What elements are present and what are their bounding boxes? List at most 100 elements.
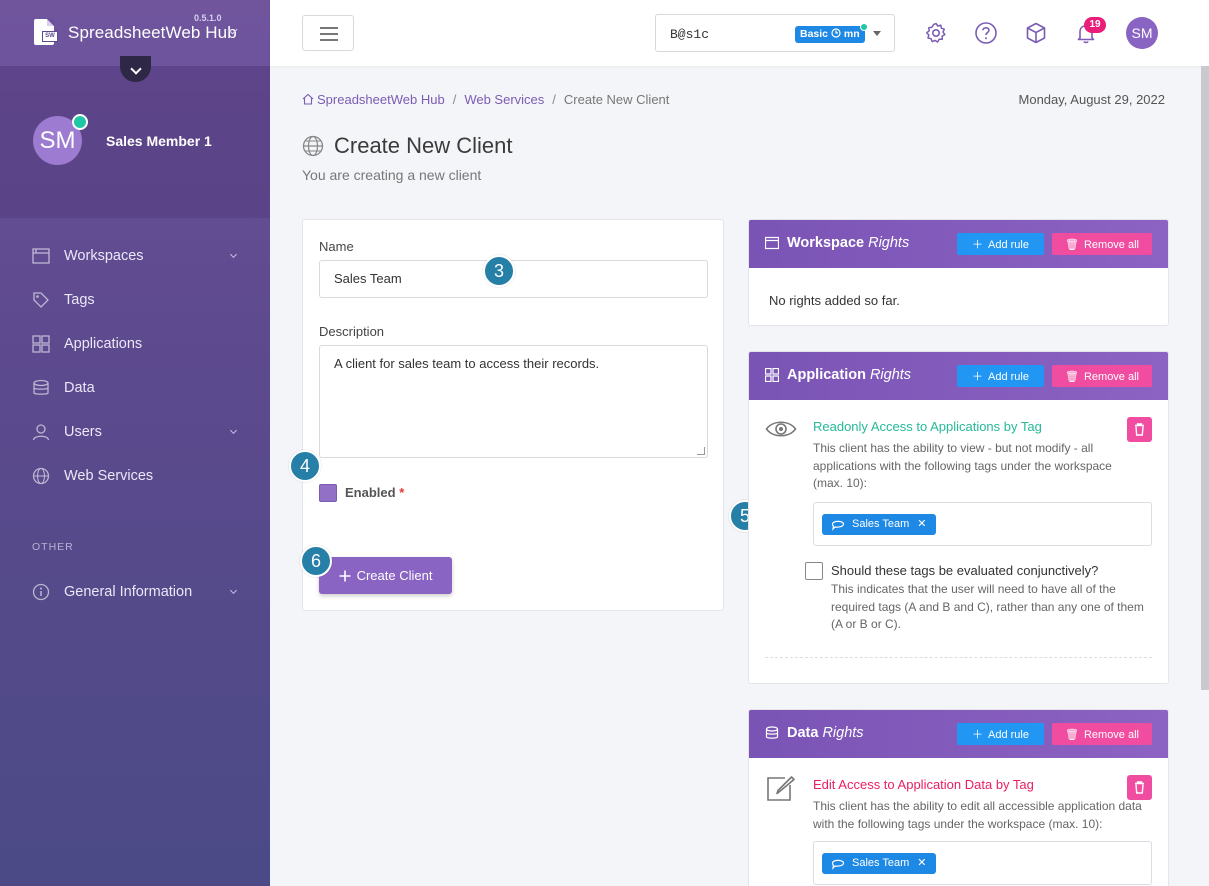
app-name: SpreadsheetWeb Hub	[68, 23, 237, 42]
sidebar-item-general-information[interactable]: General Information	[0, 570, 270, 614]
conjunctive-label: Should these tags be evaluated conjuncti…	[831, 563, 1099, 578]
current-date: Monday, August 29, 2022	[1018, 92, 1165, 107]
resize-handle[interactable]	[697, 447, 705, 455]
workspaces-icon	[765, 236, 779, 250]
sidebar: SW SpreadsheetWeb Hub 0.5.1.0 SM Sales M…	[0, 0, 270, 886]
create-client-button[interactable]: Create Client	[319, 557, 452, 594]
sidebar-item-label: Applications	[64, 336, 143, 352]
empty-rights-text: No rights added so far.	[769, 293, 900, 308]
description-text: A client for sales team to access their …	[334, 356, 600, 371]
sidebar-item-label: Users	[64, 424, 102, 440]
gear-icon[interactable]	[924, 21, 948, 45]
rule-description: This client has the ability to edit all …	[813, 799, 1142, 831]
add-rule-button[interactable]: ＋ Add rule	[957, 233, 1044, 255]
description-label: Description	[319, 324, 385, 339]
tag-chip: Sales Team ✕	[822, 514, 936, 535]
user-icon	[32, 424, 50, 441]
help-icon[interactable]	[974, 21, 998, 45]
applications-icon	[765, 368, 779, 382]
comment-icon	[831, 859, 845, 870]
sidebar-item-data[interactable]: Data	[0, 366, 270, 410]
trash-icon: 🗑	[1065, 238, 1079, 251]
sidebar-item-users[interactable]: Users	[0, 410, 270, 454]
data-rights-header: Data Rights ＋ Add rule 🗑 Remove all	[749, 710, 1168, 758]
delete-rule-button[interactable]	[1127, 417, 1152, 442]
trash-icon	[1135, 423, 1144, 436]
name-label: Name	[319, 239, 354, 254]
nav-section-other: OTHER	[32, 541, 74, 553]
caret-down-icon	[873, 31, 881, 36]
breadcrumb-link-home[interactable]: SpreadsheetWeb Hub	[317, 92, 445, 107]
workspaces-icon	[32, 248, 50, 264]
trash-icon: 🗑	[1065, 728, 1079, 741]
topbar: B@s1c Basic mn 19 SM	[270, 0, 1209, 66]
page-subtitle: You are creating a new client	[302, 167, 482, 183]
trash-icon	[1135, 781, 1144, 794]
workspace-rights-title: Workspace Rights	[787, 235, 910, 251]
tags-input[interactable]: Sales Team ✕	[813, 841, 1152, 885]
workspace-select[interactable]: B@s1c Basic mn	[655, 14, 895, 52]
divider	[765, 657, 1152, 658]
user-name: Sales Member 1	[106, 133, 212, 149]
app-version: 0.5.1.0	[194, 13, 222, 23]
comment-icon	[831, 520, 845, 531]
breadcrumb-link-web-services[interactable]: Web Services	[464, 92, 544, 107]
application-rights-card: Application Rights ＋ Add rule 🗑 Remove all …	[748, 351, 1169, 684]
delete-rule-button[interactable]	[1127, 775, 1152, 800]
applications-icon	[32, 335, 50, 353]
sidebar-item-tags[interactable]: Tags	[0, 278, 270, 322]
scrollbar[interactable]	[1201, 66, 1209, 690]
remove-all-button[interactable]: 🗑 Remove all	[1052, 723, 1152, 745]
chevron-down-icon	[229, 586, 238, 595]
page-title: Create New Client	[334, 133, 513, 158]
sidebar-nav: Workspaces Tags Applications Data Users …	[0, 234, 270, 498]
add-rule-button[interactable]: ＋ Add rule	[957, 365, 1044, 387]
sidebar-item-web-services[interactable]: Web Services	[0, 454, 270, 498]
rule-title: Readonly Access to Applications by Tag	[813, 419, 1042, 434]
rule-title: Edit Access to Application Data by Tag	[813, 777, 1034, 792]
cube-icon[interactable]	[1024, 21, 1048, 45]
workspace-rights-header: Workspace Rights ＋ Add rule 🗑 Remove all	[749, 220, 1168, 268]
status-dot	[860, 23, 868, 31]
application-rights-title: Application Rights	[787, 367, 912, 383]
home-icon[interactable]	[302, 93, 314, 105]
breadcrumb-current: Create New Client	[563, 92, 670, 107]
sidebar-item-applications[interactable]: Applications	[0, 322, 270, 366]
tag-chip: Sales Team ✕	[822, 853, 936, 874]
globe-icon	[302, 135, 324, 157]
tag-icon	[33, 292, 49, 308]
sidebar-item-label: Tags	[64, 292, 95, 308]
online-status-dot	[72, 114, 88, 130]
sidebar-item-workspaces[interactable]: Workspaces	[0, 234, 270, 278]
menu-toggle-button[interactable]	[302, 15, 354, 51]
notification-count-badge: 19	[1084, 17, 1106, 33]
remove-all-button[interactable]: 🗑 Remove all	[1052, 365, 1152, 387]
data-rights-card: Data Rights ＋ Add rule 🗑 Remove all Edit Ac…	[748, 709, 1169, 886]
tags-input[interactable]: Sales Team ✕	[813, 502, 1152, 546]
description-textarea[interactable]: A client for sales team to access their …	[319, 345, 708, 458]
step-badge-4: 4	[289, 450, 321, 482]
breadcrumb: SpreadsheetWeb Hub / Web Services / Create N…	[302, 92, 669, 107]
enabled-label: Enabled *	[345, 485, 405, 500]
eye-icon	[765, 421, 797, 437]
database-icon	[765, 726, 779, 739]
add-rule-button[interactable]: ＋ Add rule	[957, 723, 1044, 745]
data-rights-title: Data Rights	[787, 725, 864, 741]
sidebar-item-label: Data	[64, 380, 95, 396]
remove-tag-icon[interactable]: ✕	[917, 857, 926, 869]
workspace-rights-card: Workspace Rights ＋ Add rule 🗑 Remove all No…	[748, 219, 1169, 326]
trash-icon: 🗑	[1065, 370, 1079, 383]
plus-icon	[339, 570, 351, 581]
application-rights-header: Application Rights ＋ Add rule 🗑 Remove all	[749, 352, 1168, 400]
user-profile: SM Sales Member 1	[0, 66, 270, 218]
sidebar-item-label: General Information	[64, 584, 193, 600]
globe-icon	[32, 467, 50, 485]
remove-all-button[interactable]: 🗑 Remove all	[1052, 233, 1152, 255]
sidebar-item-label: Workspaces	[64, 248, 144, 264]
enabled-checkbox[interactable]	[319, 484, 337, 502]
conjunctive-checkbox[interactable]	[805, 562, 823, 580]
user-avatar[interactable]: SM	[1126, 17, 1158, 49]
remove-tag-icon[interactable]: ✕	[917, 518, 926, 530]
step-badge-6: 6	[300, 545, 332, 577]
clock-icon	[831, 28, 841, 38]
